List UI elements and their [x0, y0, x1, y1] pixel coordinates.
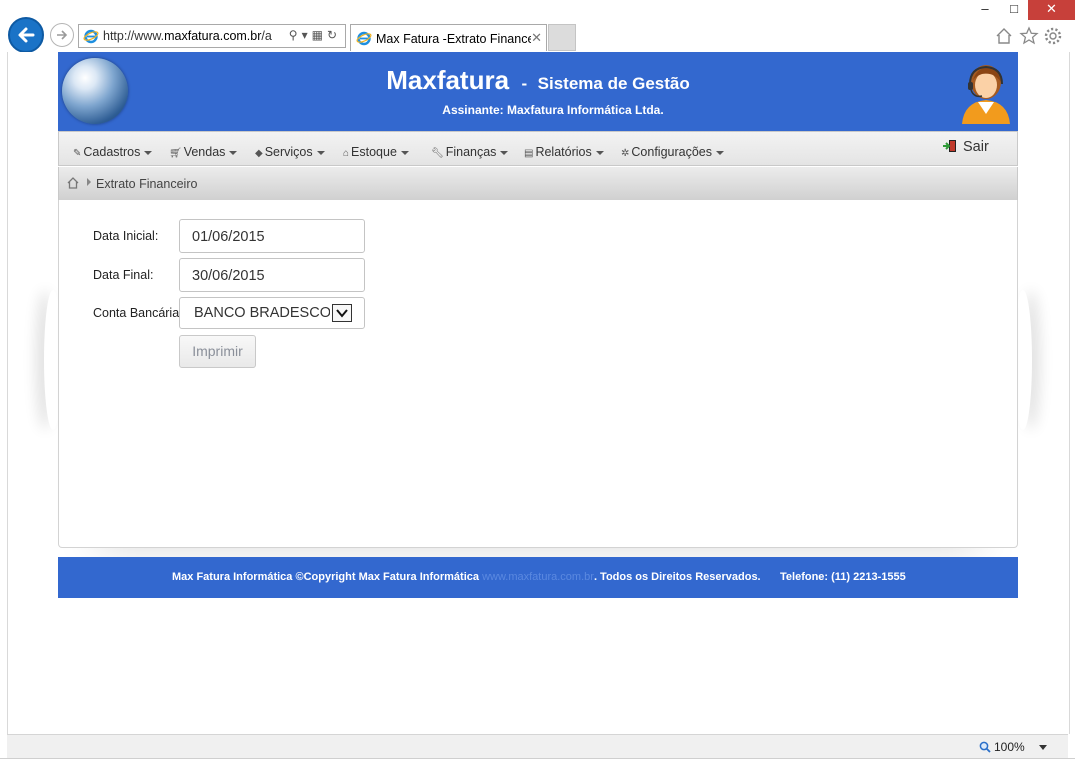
zoom-control[interactable]: 100% [979, 740, 1025, 754]
footer-copyright: Max Fatura Informática ©Copyright Max Fa… [172, 571, 761, 583]
menu-label: Cadastros [83, 145, 141, 159]
menu-servicos[interactable]: ◆ Serviços [255, 145, 325, 159]
menu-estoque[interactable]: ⌂ Estoque [343, 145, 409, 159]
back-button[interactable] [8, 17, 44, 53]
logout-button[interactable]: Sair [943, 139, 989, 155]
caret-down-icon [316, 150, 325, 155]
menu-relatorios[interactable]: ▤ Relatórios [524, 145, 604, 159]
minimize-button[interactable]: – [970, 0, 1000, 20]
main-menu: ✎ Cadastros 🛒︎ Vendas ◆ Serviços ⌂ Estoque 🔧… [58, 131, 1018, 166]
site-header: Maxfatura - Sistema de Gestão Assinante:… [58, 52, 1018, 131]
breadcrumb-separator-icon [87, 178, 91, 186]
menu-label: Vendas [183, 145, 226, 159]
menu-label: Relatórios [535, 145, 592, 159]
breadcrumb: Extrato Financeiro [58, 167, 1018, 200]
forward-button[interactable] [50, 23, 74, 47]
zoom-magnifier-icon [979, 741, 991, 753]
address-url[interactable]: http://www.maxfatura.com.br/a [103, 29, 275, 43]
bank-account-label: Conta Bancária: [93, 306, 183, 320]
menu-label: Finanças [445, 145, 497, 159]
caret-down-icon [400, 150, 409, 155]
footer-site-link[interactable]: www.maxfatura.com.br [482, 571, 594, 583]
tab-close-icon[interactable]: ✕ [531, 30, 542, 46]
tab-title: Max Fatura -Extrato Finance... [376, 32, 531, 46]
app-title: Maxfatura - Sistema de Gestão [58, 65, 1018, 96]
footer-phone: Telefone: (11) 2213-1555 [780, 571, 906, 583]
new-tab-button[interactable] [548, 24, 576, 51]
breadcrumb-home-icon[interactable] [67, 177, 79, 189]
start-date-label: Data Inicial: [93, 229, 159, 243]
support-agent-avatar [962, 65, 1010, 124]
favorites-star-icon[interactable] [1019, 26, 1039, 46]
back-arrow-icon [18, 27, 35, 43]
tag-icon: ◆ [255, 148, 263, 159]
menu-label: Configurações [631, 145, 712, 159]
site-footer: Max Fatura Informática ©Copyright Max Fa… [58, 557, 1018, 598]
subscriber-name: Assinante: Maxfatura Informática Ltda. [442, 103, 664, 117]
home-icon: ⌂ [343, 148, 350, 159]
logout-label: Sair [963, 139, 989, 155]
menu-label: Serviços [264, 145, 313, 159]
settings-gear-icon[interactable] [1043, 26, 1063, 46]
menu-financas[interactable]: 🔧︎ Finanças [431, 145, 509, 159]
address-tools: ⚲▾▦↻ [289, 28, 341, 42]
app-name: Maxfatura [386, 65, 510, 95]
tab-extrato-financeiro[interactable]: Max Fatura -Extrato Finance... ✕ [350, 24, 547, 51]
ie-logo-icon [83, 29, 99, 44]
url-prefix: http://www. [103, 29, 165, 43]
status-bar: 100% [7, 734, 1068, 758]
forward-arrow-icon [57, 30, 68, 40]
bank-account-select[interactable]: BANCO BRADESCO S [179, 297, 365, 329]
menu-vendas[interactable]: 🛒︎ Vendas [169, 145, 238, 159]
wrench-icon: 🔧︎ [431, 148, 444, 159]
gear-icon: ✲ [621, 148, 630, 159]
app-subtitle: Sistema de Gestão [537, 74, 690, 93]
zoom-level: 100% [994, 740, 1025, 754]
end-date-input[interactable]: 30/06/2015 [179, 258, 365, 292]
ie-logo-icon [356, 31, 372, 46]
logout-door-icon [943, 140, 956, 152]
start-date-input[interactable]: 01/06/2015 [179, 219, 365, 253]
select-dropdown-button[interactable] [332, 304, 352, 322]
end-date-label: Data Final: [93, 268, 154, 282]
caret-down-icon [595, 150, 604, 155]
address-bar[interactable]: http://www.maxfatura.com.br/a ⚲▾▦↻ [78, 24, 346, 48]
caret-down-icon [144, 150, 153, 155]
menu-cadastros[interactable]: ✎ Cadastros [73, 145, 153, 159]
print-icon: ▤ [524, 148, 534, 159]
cart-icon: 🛒︎ [169, 148, 182, 159]
breadcrumb-current: Extrato Financeiro [96, 177, 198, 191]
dropdown-icon[interactable]: ▾ [302, 28, 312, 42]
rights-text: . Todos os Direitos Reservados. [593, 571, 761, 583]
close-window-button[interactable]: ✕ [1028, 0, 1075, 20]
zoom-dropdown-icon[interactable] [1039, 745, 1047, 750]
refresh-icon[interactable]: ↻ [327, 28, 341, 42]
caret-down-icon [229, 150, 238, 155]
url-domain: maxfatura.com.br [164, 29, 262, 43]
caret-down-icon [500, 150, 509, 155]
bank-account-value: BANCO BRADESCO S [194, 305, 330, 321]
compat-view-icon[interactable]: ▦ [312, 28, 327, 42]
caret-down-icon [716, 150, 724, 155]
browser-chrome: – □ ✕ http://www.maxfatura.com.br/a ⚲▾▦↻… [0, 0, 1075, 53]
chevron-down-icon [336, 309, 348, 318]
copyright-text: Max Fatura Informática ©Copyright Max Fa… [172, 571, 479, 583]
menu-label: Estoque [351, 145, 397, 159]
maximize-button[interactable]: □ [1000, 0, 1028, 20]
pencil-icon: ✎ [73, 148, 82, 159]
print-button[interactable]: Imprimir [179, 335, 256, 368]
home-icon[interactable] [994, 26, 1014, 46]
menu-configuracoes[interactable]: ✲ Configurações [621, 145, 724, 159]
url-rest: /a [261, 29, 272, 43]
app-title-dash: - [521, 74, 528, 93]
search-icon[interactable]: ⚲ [289, 28, 302, 42]
